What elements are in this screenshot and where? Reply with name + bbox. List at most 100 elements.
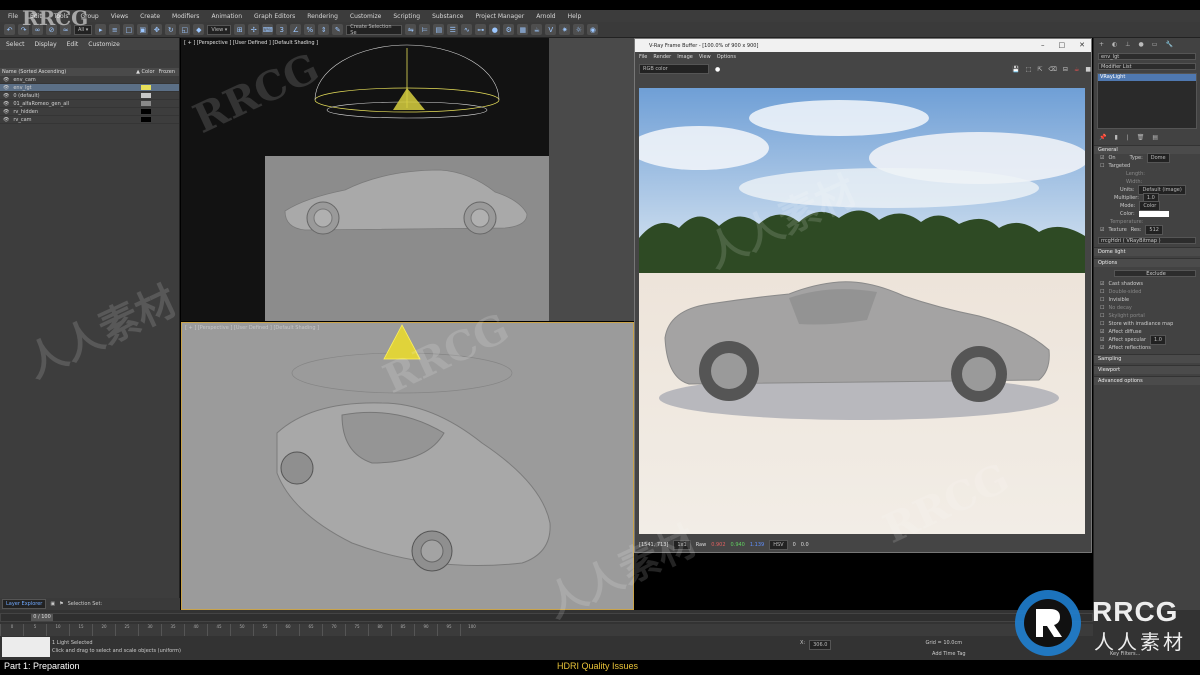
minimize-icon[interactable]: –: [1041, 41, 1045, 49]
scene-row-default-layer[interactable]: 👁 0 (default): [0, 92, 179, 100]
clear-icon[interactable]: ⌫: [1048, 66, 1056, 73]
utilities-tab-icon[interactable]: 🔧: [1165, 41, 1172, 48]
rotate-icon[interactable]: ↻: [165, 24, 177, 35]
rollout-advanced-options[interactable]: Advanced options: [1094, 376, 1200, 385]
time-slider[interactable]: 0 / 100: [0, 613, 1093, 622]
scene-menu-display[interactable]: Display: [35, 41, 57, 48]
specular-value-field[interactable]: 1.0: [1150, 335, 1166, 345]
viewport-perspective[interactable]: [ + ] [Perspective ] [User Defined ] [De…: [181, 322, 634, 610]
x-coordinate-field[interactable]: 306.0: [809, 640, 832, 650]
column-color-header[interactable]: ▲ Color: [136, 69, 155, 75]
visibility-icon[interactable]: 👁: [3, 109, 9, 115]
visibility-icon[interactable]: 👁: [3, 77, 9, 83]
object-name-field[interactable]: env_lgt: [1098, 53, 1196, 60]
color-picker-icon[interactable]: ●: [715, 66, 720, 73]
vfb-menu-view[interactable]: View: [699, 54, 711, 60]
option-skylight-portal[interactable]: ☐ Skylight portal: [1094, 312, 1200, 320]
viewport-top-right[interactable]: [549, 38, 635, 321]
scene-menu-edit[interactable]: Edit: [67, 41, 79, 48]
vfb-menu-file[interactable]: File: [639, 54, 647, 60]
pivot-center-icon[interactable]: ⊞: [234, 24, 246, 35]
align-icon[interactable]: ⊨: [419, 24, 431, 35]
schematic-view-icon[interactable]: ⊶: [475, 24, 487, 35]
scene-row-alfa-romeo[interactable]: 👁 01_alfaRomeo_gen_all: [0, 100, 179, 108]
scene-explorer-icon[interactable]: ☰: [447, 24, 459, 35]
curve-editor-icon[interactable]: ∿: [461, 24, 473, 35]
visibility-icon[interactable]: 👁: [3, 85, 9, 91]
render-icon[interactable]: ☕: [1074, 66, 1079, 73]
motion-tab-icon[interactable]: ●: [1139, 41, 1144, 48]
checkbox-icon[interactable]: ☐: [1100, 297, 1104, 303]
modifier-list-dropdown[interactable]: Modifier List: [1098, 63, 1196, 70]
color-swatch[interactable]: [141, 77, 151, 82]
res-field[interactable]: 512: [1145, 225, 1163, 235]
exclude-button[interactable]: Exclude: [1114, 270, 1196, 277]
light-color-swatch[interactable]: [1138, 211, 1169, 217]
channel-dropdown[interactable]: RGB color: [639, 64, 709, 74]
named-selection-set-field[interactable]: Create Selection Se: [346, 24, 403, 36]
option-affect-diffuse[interactable]: ☑ Affect diffuse: [1094, 328, 1200, 336]
menu-arnold[interactable]: Arnold: [536, 13, 555, 20]
checkbox-icon[interactable]: ☐: [1100, 305, 1104, 311]
material-editor-icon[interactable]: ●: [489, 24, 501, 35]
render-setup-icon[interactable]: ⚙: [503, 24, 515, 35]
keyboard-shortcut-icon[interactable]: ⌨: [262, 24, 274, 35]
region-render-icon[interactable]: ⬚: [1026, 66, 1032, 73]
hierarchy-tab-icon[interactable]: ⊥: [1125, 41, 1130, 48]
option-store-irradiance[interactable]: ☐ Store with irradiance map: [1094, 320, 1200, 328]
layer-explorer-dropdown[interactable]: Layer Explorer: [2, 599, 47, 609]
layer-manager-icon[interactable]: ▤: [433, 24, 445, 35]
vray-sun-icon[interactable]: ☼: [573, 24, 585, 35]
color-swatch[interactable]: [141, 101, 151, 106]
compare-icon[interactable]: ⊟: [1063, 66, 1068, 73]
zoom-field[interactable]: 1x1: [673, 540, 691, 550]
scene-row-env-cam[interactable]: 👁 env_cam: [0, 76, 179, 84]
snaps-toggle-icon[interactable]: 3: [276, 24, 288, 35]
menu-project-manager[interactable]: Project Manager: [475, 13, 524, 20]
vray-icon[interactable]: V: [545, 24, 557, 35]
undo-icon[interactable]: ↶: [4, 24, 15, 35]
reference-coordinate-dropdown[interactable]: View ▾: [207, 24, 232, 35]
show-end-result-icon[interactable]: ▮: [1114, 134, 1117, 141]
spinner-snap-icon[interactable]: ⇕: [318, 24, 330, 35]
scale-icon[interactable]: ◱: [179, 24, 191, 35]
color-mode-dropdown[interactable]: HSV: [769, 540, 788, 550]
texmap-button[interactable]: rrcgHdri ( VRayBitmap ): [1098, 237, 1196, 244]
menu-file[interactable]: File: [8, 13, 18, 20]
targeted-checkbox[interactable]: ☐: [1100, 163, 1104, 169]
menu-customize[interactable]: Customize: [350, 13, 382, 20]
maxscript-listener[interactable]: [2, 637, 50, 657]
percent-snap-icon[interactable]: %: [304, 24, 316, 35]
visibility-icon[interactable]: 👁: [3, 101, 9, 107]
checkbox-icon[interactable]: ☑: [1100, 329, 1104, 335]
menu-graph-editors[interactable]: Graph Editors: [254, 13, 295, 20]
mirror-icon[interactable]: ⇋: [405, 24, 417, 35]
column-name-header[interactable]: Name (Sorted Ascending): [2, 69, 66, 75]
viewport-top-left[interactable]: [ + ] [Perspective ] [User Defined ] [De…: [181, 38, 549, 321]
select-by-name-icon[interactable]: ≡: [109, 24, 121, 35]
make-unique-icon[interactable]: ∣: [1126, 134, 1129, 141]
configure-sets-icon[interactable]: ▤: [1152, 134, 1158, 141]
modify-tab-icon[interactable]: ◐: [1112, 41, 1117, 48]
pin-stack-icon[interactable]: 📌: [1099, 134, 1106, 141]
color-swatch[interactable]: [141, 85, 151, 90]
menu-animation[interactable]: Animation: [211, 13, 242, 20]
vray-camera-icon[interactable]: ◉: [587, 24, 599, 35]
remove-modifier-icon[interactable]: 🗑: [1137, 134, 1145, 141]
texture-checkbox[interactable]: ☑: [1100, 227, 1104, 233]
rendered-frame-window-icon[interactable]: ▦: [517, 24, 529, 35]
color-swatch[interactable]: [141, 93, 151, 98]
option-double-sided[interactable]: ☐ Double-sided: [1094, 288, 1200, 296]
rollout-viewport[interactable]: Viewport: [1094, 365, 1200, 374]
placement-icon[interactable]: ◆: [193, 24, 205, 35]
mode-dropdown[interactable]: Color: [1139, 201, 1161, 211]
track-bar[interactable]: 0 5 10 15 20 25 30 35 40 45 50 55 60 65 …: [0, 624, 1093, 636]
display-tab-icon[interactable]: ▭: [1152, 41, 1158, 48]
vfb-menu-render[interactable]: Render: [653, 54, 671, 60]
track-mouse-icon[interactable]: ⇱: [1037, 66, 1042, 73]
close-icon[interactable]: ✕: [1079, 41, 1085, 49]
menu-help[interactable]: Help: [568, 13, 582, 20]
menu-substance[interactable]: Substance: [432, 13, 463, 20]
visibility-icon[interactable]: 👁: [3, 117, 9, 123]
on-checkbox[interactable]: ☑: [1100, 155, 1104, 161]
